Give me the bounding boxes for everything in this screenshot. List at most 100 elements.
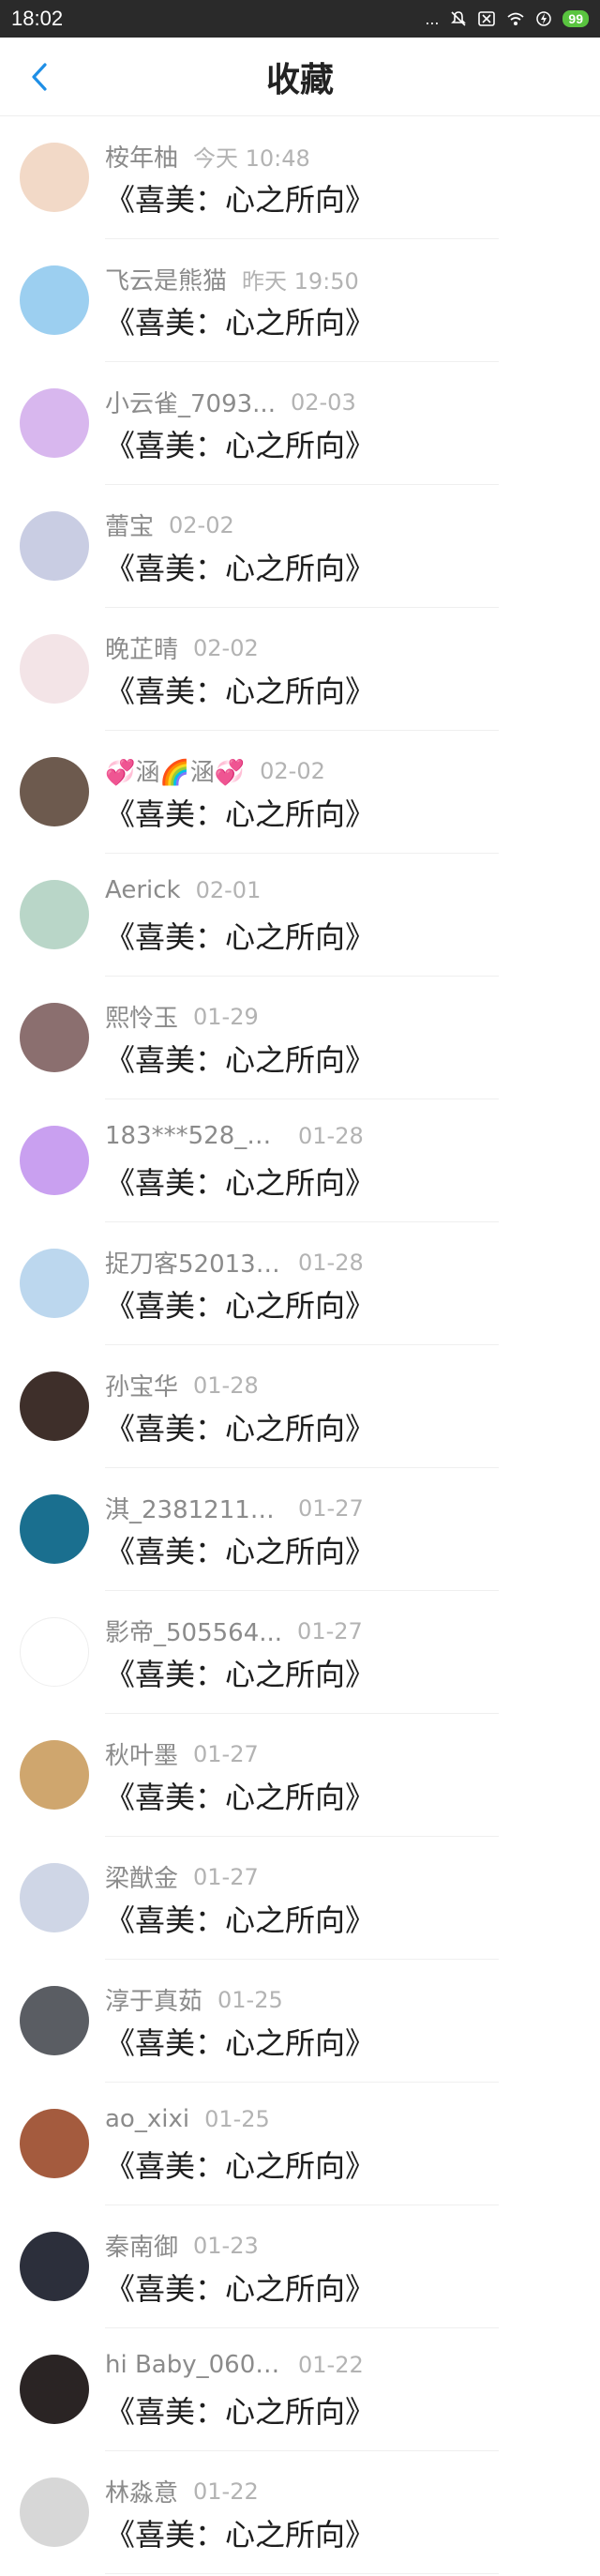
favorite-title[interactable]: 《喜美：心之所向》 [105,2143,375,2186]
favorite-item[interactable]: 晚芷晴 02-02 《喜美：心之所向》 [0,608,600,731]
favorite-title[interactable]: 《喜美：心之所向》 [105,2020,375,2063]
user-name[interactable]: 飞云是熊猫 [105,262,227,296]
favorite-meta: 梁猷金 01-27 [105,1859,259,1894]
user-name[interactable]: 林淼意 [105,2474,178,2508]
user-avatar-icon[interactable] [20,1003,89,1072]
favorite-title[interactable]: 《喜美：心之所向》 [105,2388,375,2432]
favorite-title[interactable]: 《喜美：心之所向》 [105,668,375,711]
favorite-item[interactable]: 熙怜玉 01-29 《喜美：心之所向》 [0,977,600,1099]
favorite-item[interactable]: 捉刀客5201314 01-28 《喜美：心之所向》 [0,1222,600,1345]
user-avatar-icon[interactable] [20,880,89,949]
favorite-meta: 💞涵🌈涵💞 02-02 [105,753,325,788]
favorite-item[interactable]: 💞涵🌈涵💞 02-02 《喜美：心之所向》 [0,731,600,854]
user-name[interactable]: 秦南御 [105,2228,178,2263]
favorite-item[interactable]: 飞云是熊猫 昨天 19:50 《喜美：心之所向》 [0,239,600,362]
user-avatar-icon[interactable] [20,634,89,704]
favorite-meta: 桉年柚 今天 10:48 [105,139,310,174]
favorite-title[interactable]: 《喜美：心之所向》 [105,422,375,465]
mute-bell-icon [451,11,467,26]
user-avatar-icon[interactable] [20,143,89,212]
status-bar: 18:02 ... 99 [0,0,600,38]
user-name[interactable]: 淳于真茹 [105,1982,202,2017]
favorite-title[interactable]: 《喜美：心之所向》 [105,1897,375,1940]
user-avatar-icon[interactable] [20,2232,89,2301]
user-name[interactable]: 梁猷金 [105,1859,178,1894]
user-name[interactable]: 孙宝华 [105,1368,178,1402]
user-name[interactable]: 影帝_505564... [105,1614,282,1648]
user-name[interactable]: Aerick [105,876,181,904]
user-avatar-icon[interactable] [20,1126,89,1195]
favorite-time: 01-22 [193,2478,259,2505]
favorite-title[interactable]: 《喜美：心之所向》 [105,545,375,588]
favorite-time: 02-03 [290,388,356,416]
favorite-meta: ao_xixi 01-25 [105,2105,270,2133]
user-name[interactable]: 💞涵🌈涵💞 [105,753,245,788]
favorite-item[interactable]: hi Baby_0607... 01-22 《喜美：心之所向》 [0,2328,600,2451]
favorite-item[interactable]: ao_xixi 01-25 《喜美：心之所向》 [0,2083,600,2205]
battery-indicator: 99 [562,10,589,27]
user-name[interactable]: 183***528_5... [105,1122,283,1150]
user-avatar-icon[interactable] [20,2109,89,2178]
user-avatar-icon[interactable] [20,511,89,581]
back-button[interactable] [11,38,68,116]
favorite-item[interactable]: 蕾宝 02-02 《喜美：心之所向》 [0,485,600,608]
user-avatar-icon[interactable] [20,388,89,458]
favorite-item[interactable]: 桉年柚 今天 10:48 《喜美：心之所向》 [0,116,600,239]
favorite-item[interactable]: 小云雀_7093... 02-03 《喜美：心之所向》 [0,362,600,485]
favorite-item[interactable]: Aerick 02-01 《喜美：心之所向》 [0,854,600,977]
favorite-title[interactable]: 《喜美：心之所向》 [105,1159,375,1203]
favorite-meta: 秋叶墨 01-27 [105,1736,259,1771]
favorite-title[interactable]: 《喜美：心之所向》 [105,176,375,220]
favorite-title[interactable]: 《喜美：心之所向》 [105,1405,375,1448]
favorite-title[interactable]: 《喜美：心之所向》 [105,299,375,342]
user-name[interactable]: 秋叶墨 [105,1736,178,1771]
favorite-item[interactable]: 梁猷金 01-27 《喜美：心之所向》 [0,1837,600,1960]
user-avatar-icon[interactable] [20,1371,89,1441]
favorite-title[interactable]: 《喜美：心之所向》 [105,1774,375,1817]
favorite-title[interactable]: 《喜美：心之所向》 [105,2511,375,2554]
favorite-time: 01-28 [298,1249,364,1276]
user-name[interactable]: 熙怜玉 [105,999,178,1034]
favorite-item[interactable]: 183***528_5... 01-28 《喜美：心之所向》 [0,1099,600,1222]
user-name[interactable]: 蕾宝 [105,508,154,542]
user-avatar-icon[interactable] [20,757,89,826]
user-avatar-icon[interactable] [20,265,89,335]
user-avatar-icon[interactable] [20,1494,89,1564]
favorite-title[interactable]: 《喜美：心之所向》 [105,1651,375,1694]
favorite-meta: 淇_23812118... 01-27 [105,1491,364,1525]
user-name[interactable]: 淇_23812118... [105,1491,283,1525]
favorite-title[interactable]: 《喜美：心之所向》 [105,1282,375,1326]
favorite-title[interactable]: 《喜美：心之所向》 [105,1528,375,1571]
favorite-item[interactable]: 秦南御 01-23 《喜美：心之所向》 [0,2205,600,2328]
user-avatar-icon[interactable] [20,2355,89,2424]
favorite-title[interactable]: 《喜美：心之所向》 [105,791,375,834]
favorite-meta: 影帝_505564... 01-27 [105,1614,363,1648]
user-name[interactable]: 桉年柚 [105,139,178,174]
favorite-item[interactable]: 林淼意 01-22 《喜美：心之所向》 [0,2451,600,2574]
favorite-meta: 林淼意 01-22 [105,2474,259,2508]
user-avatar-icon[interactable] [20,2478,89,2547]
favorite-meta: 淳于真茹 01-25 [105,1982,283,2017]
favorite-item[interactable]: 秋叶墨 01-27 《喜美：心之所向》 [0,1714,600,1837]
user-name[interactable]: 小云雀_7093... [105,385,276,419]
favorite-item[interactable]: 淳于真茹 01-25 《喜美：心之所向》 [0,1960,600,2083]
user-avatar-icon[interactable] [20,1863,89,1932]
favorite-title[interactable]: 《喜美：心之所向》 [105,1037,375,1080]
user-avatar-icon[interactable] [20,1986,89,2055]
favorite-item[interactable]: 影帝_505564... 01-27 《喜美：心之所向》 [0,1591,600,1714]
favorite-time: 02-02 [260,757,325,784]
favorite-item[interactable]: 孙宝华 01-28 《喜美：心之所向》 [0,1345,600,1468]
user-avatar-icon[interactable] [20,1249,89,1318]
favorite-item[interactable]: 淇_23812118... 01-27 《喜美：心之所向》 [0,1468,600,1591]
user-avatar-icon[interactable] [20,1617,89,1687]
favorite-time: 02-02 [193,634,259,661]
user-name[interactable]: hi Baby_0607... [105,2351,283,2379]
user-name[interactable]: 捉刀客5201314 [105,1245,283,1280]
user-name[interactable]: 晚芷晴 [105,630,178,665]
favorites-list: 桉年柚 今天 10:48 《喜美：心之所向》 飞云是熊猫 昨天 19:50 《喜美：心之所… [0,116,600,2574]
favorite-time: 01-23 [193,2232,259,2259]
favorite-title[interactable]: 《喜美：心之所向》 [105,914,375,957]
user-avatar-icon[interactable] [20,1740,89,1810]
user-name[interactable]: ao_xixi [105,2105,189,2133]
favorite-title[interactable]: 《喜美：心之所向》 [105,2265,375,2309]
